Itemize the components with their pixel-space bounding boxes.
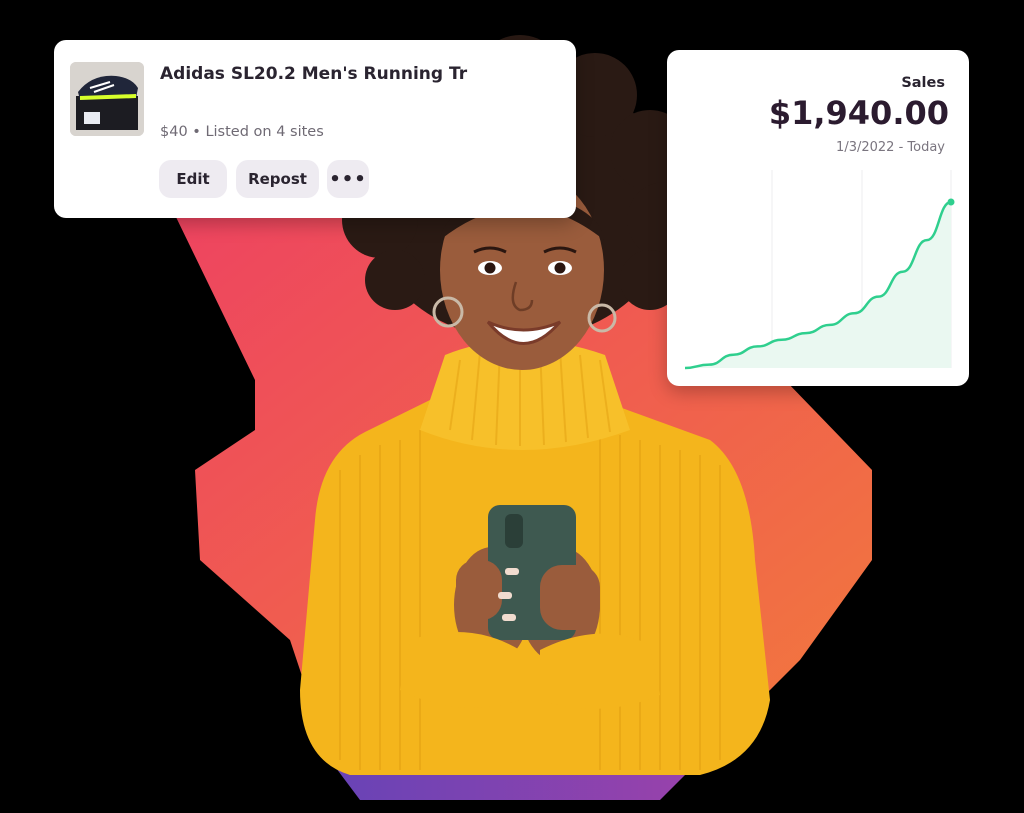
sales-label: Sales xyxy=(901,75,945,91)
sales-chart xyxy=(684,170,955,370)
sneaker-box-icon xyxy=(70,62,144,136)
listing-card: Adidas SL20.2 Men's Running Tr $40 • Lis… xyxy=(54,40,576,218)
listing-meta: $40 • Listed on 4 sites xyxy=(160,124,324,140)
repost-button[interactable]: Repost xyxy=(236,160,319,198)
hero-scene: Adidas SL20.2 Men's Running Tr $40 • Lis… xyxy=(0,0,1024,809)
sales-amount: $1,940.00 xyxy=(768,94,949,132)
sales-card: Sales $1,940.00 1/3/2022 - Today xyxy=(667,50,969,386)
ellipsis-icon: ••• xyxy=(329,168,367,190)
sales-date-range: 1/3/2022 - Today xyxy=(836,140,945,155)
edit-button[interactable]: Edit xyxy=(159,160,227,198)
listing-title[interactable]: Adidas SL20.2 Men's Running Tr xyxy=(160,64,560,84)
sales-endpoint-dot xyxy=(947,198,955,206)
more-options-button[interactable]: ••• xyxy=(327,160,369,198)
sales-area-fill xyxy=(685,202,951,368)
product-thumbnail[interactable] xyxy=(70,62,144,136)
